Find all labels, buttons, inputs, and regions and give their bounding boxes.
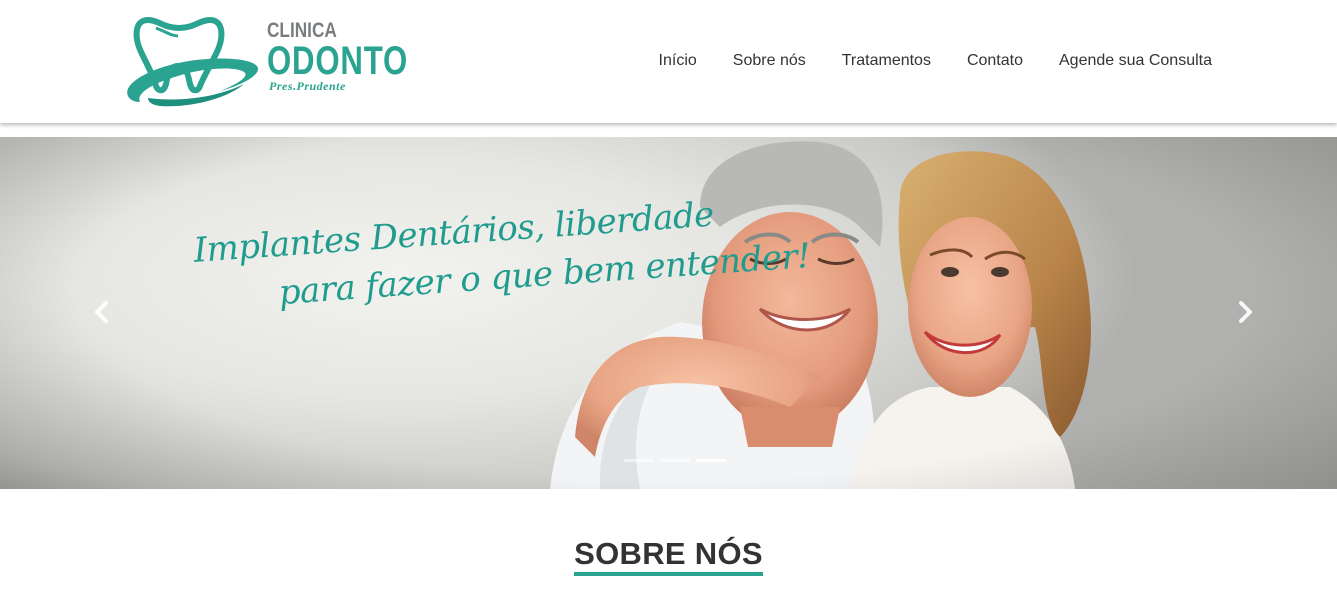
- about-section-header: SOBRE NÓS: [0, 536, 1337, 576]
- carousel-indicator-2[interactable]: [660, 459, 690, 462]
- tooth-logo-icon: [127, 17, 259, 107]
- hero-carousel: Implantes Dentários, liberdade para faze…: [0, 137, 1337, 489]
- chevron-right-icon: [1239, 301, 1252, 323]
- chevron-left-icon: [95, 301, 108, 323]
- carousel-indicator-1[interactable]: [624, 459, 654, 462]
- logo-odonto-text: ODONTO: [267, 39, 409, 83]
- logo-text: CLINICA ODONTO Pres.Prudente: [267, 20, 448, 93]
- main-nav: Início Sobre nós Tratamentos Contato Age…: [659, 50, 1212, 72]
- carousel-indicators: [624, 459, 732, 462]
- about-section-title: SOBRE NÓS: [574, 536, 763, 576]
- nav-item-tratamentos[interactable]: Tratamentos: [842, 50, 931, 72]
- nav-item-inicio[interactable]: Início: [659, 50, 697, 72]
- site-header: CLINICA ODONTO Pres.Prudente Início Sobr…: [0, 0, 1337, 123]
- site-logo[interactable]: CLINICA ODONTO Pres.Prudente: [120, 14, 407, 108]
- carousel-prev-button[interactable]: [86, 297, 116, 327]
- carousel-indicator-3[interactable]: [696, 459, 726, 462]
- nav-item-agende-consulta[interactable]: Agende sua Consulta: [1059, 50, 1212, 72]
- nav-item-sobre-nos[interactable]: Sobre nós: [733, 50, 806, 72]
- carousel-next-button[interactable]: [1231, 297, 1261, 327]
- nav-item-contato[interactable]: Contato: [967, 50, 1023, 72]
